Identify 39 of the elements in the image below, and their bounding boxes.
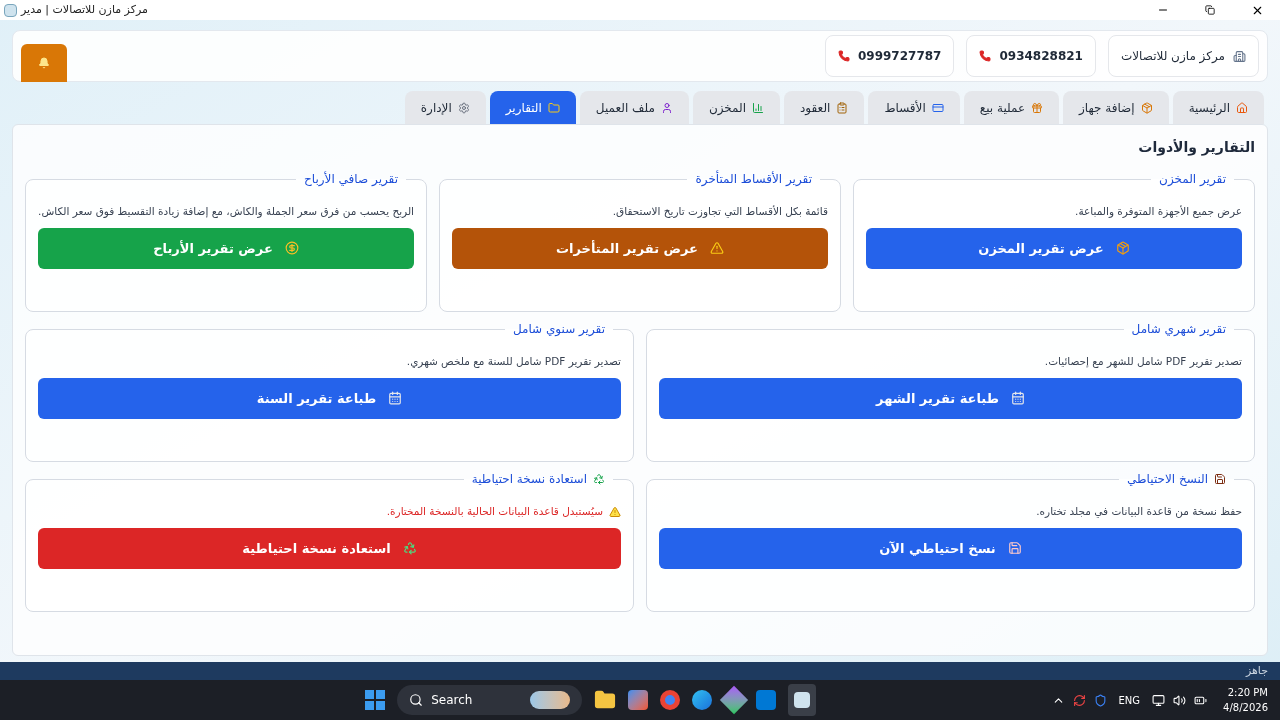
report-button[interactable]: عرض تقرير المتأخرات — [452, 227, 828, 269]
language-indicator[interactable]: ENG — [1114, 692, 1145, 708]
card-description: الربح يحسب من فرق سعر الجملة والكاش، مع إضافة زيادة التقسيط فوق سعر الكاش. — [38, 204, 414, 220]
card-description: سيُستبدل قاعدة البيانات الحالية بالنسخة المختارة. — [386, 504, 603, 520]
window-title: مركز مازن للاتصالات | مدير — [21, 1, 148, 18]
card-title: تقرير شهري شامل — [1131, 321, 1226, 338]
status-text: جاهز — [1245, 662, 1268, 679]
card-title: تقرير الأقساط المتأخرة — [695, 170, 812, 188]
report-button[interactable]: نسخ احتياطي الآن — [659, 527, 1242, 569]
report-button[interactable]: عرض تقرير المخزن — [866, 227, 1242, 269]
company-name: مركز مازن للاتصالات — [1120, 48, 1225, 65]
clock-time[interactable]: 2:20 PM — [1227, 685, 1268, 700]
tab[interactable]: المخزن — [692, 91, 780, 124]
report-button[interactable]: استعادة نسخة احتياطية — [38, 527, 621, 569]
tab[interactable]: العقود — [784, 91, 865, 124]
tab[interactable]: ملف العميل — [579, 91, 689, 124]
panel-title: التقارير والأدوات — [1137, 138, 1255, 158]
card-title: تقرير صافي الأرباح — [304, 170, 398, 188]
tab[interactable]: الإدارة — [404, 91, 486, 124]
card-description: عرض جميع الأجهزة المتوفرة والمباعة. — [1075, 204, 1242, 220]
card-description: تصدير تقرير PDF شامل للشهر مع إحصائيات. — [1044, 354, 1242, 370]
report-button[interactable]: طباعة تقرير الشهر — [659, 377, 1242, 419]
tab[interactable]: التقارير — [489, 91, 576, 124]
report-button[interactable]: طباعة تقرير السنة — [38, 377, 621, 419]
tab[interactable]: الرئيسية — [1172, 91, 1264, 124]
card-title: استعادة نسخة احتياطية — [471, 471, 587, 488]
card-title: تقرير المخزن — [1159, 171, 1226, 188]
tab[interactable]: إضافة جهاز — [1063, 91, 1169, 124]
phone-badge: 0999727787 — [824, 35, 955, 77]
clock-date[interactable]: 4/8/2026 — [1223, 700, 1268, 715]
card-title: تقرير سنوي شامل — [512, 321, 605, 338]
card-description: حفظ نسخة من قاعدة البيانات في مجلد تختاره. — [1036, 504, 1242, 520]
tab[interactable]: الأقساط — [868, 91, 960, 124]
card-description: تصدير تقرير PDF شامل للسنة مع ملخص شهري. — [406, 354, 621, 370]
card-description: قائمة بكل الأقساط التي تجاوزت تاريخ الاستحقاق. — [612, 204, 828, 220]
phone-badge: 0934828821 — [966, 35, 1096, 77]
card-title: النسخ الاحتياطي — [1127, 471, 1208, 488]
tab[interactable]: عملية بيع — [963, 91, 1060, 124]
taskbar-search-field[interactable]: Search — [397, 685, 583, 715]
